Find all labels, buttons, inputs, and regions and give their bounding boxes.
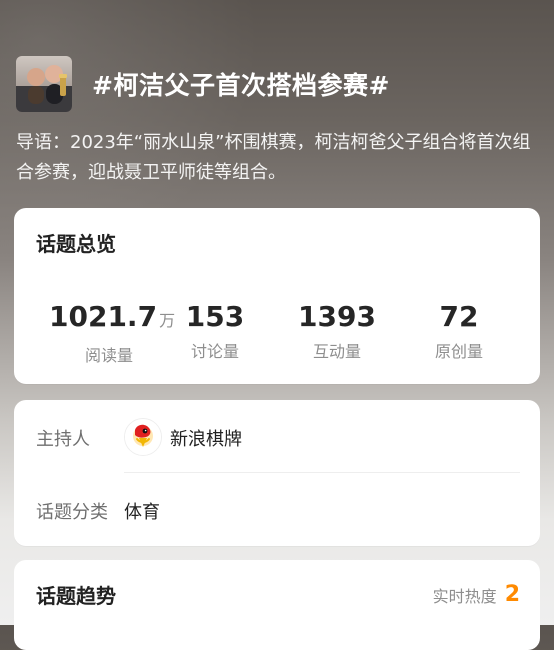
category-label: 话题分类: [36, 502, 108, 523]
stat-original: 72 原创量: [399, 300, 519, 362]
stat-read-label: 阅读量: [84, 346, 133, 365]
stat-original-value: 72: [439, 300, 479, 333]
host-avatar[interactable]: [124, 418, 162, 456]
stat-original-label: 原创量: [434, 342, 483, 361]
topic-intro: 导语：2023年“丽水山泉”杯围棋赛，柯洁柯爸父子组合将首次组合参赛，迎战聂卫平…: [16, 132, 531, 183]
trend-title: 话题趋势: [36, 584, 116, 608]
stat-interaction-value: 1393: [298, 300, 376, 333]
heat-value: 2: [504, 582, 520, 607]
overview-card: 话题总览 1021.7 万 阅读量 153 讨论量 1393 互动量 72 原创量: [14, 208, 540, 384]
photo-avatar-icon: [16, 56, 72, 112]
topic-avatar: [16, 56, 72, 112]
trend-heat: 实时热度 2: [433, 582, 520, 607]
stat-read-value: 1021.7 万: [49, 300, 175, 338]
host-label: 主持人: [36, 429, 90, 450]
sina-logo-icon: [125, 419, 161, 455]
stat-discussion: 153 讨论量: [155, 300, 275, 362]
stat-discussion-label: 讨论量: [190, 342, 239, 361]
stat-discussion-value: 153: [185, 300, 245, 333]
info-divider: [124, 472, 520, 473]
stat-interaction: 1393 互动量: [277, 300, 397, 362]
stat-read: 1021.7 万 阅读量: [49, 300, 175, 366]
overview-title: 话题总览: [36, 232, 116, 256]
topic-title: #柯洁父子首次搭档参赛#: [92, 71, 390, 100]
stat-read-number: 1021.7: [49, 300, 158, 333]
topic-info-card: 主持人 新浪棋牌 话题分类 体育: [14, 400, 540, 546]
stat-interaction-label: 互动量: [312, 342, 361, 361]
trend-card: 话题趋势 实时热度 2: [14, 560, 540, 650]
overview-stats: 1021.7 万 阅读量 153 讨论量 1393 互动量 72 原创量: [14, 300, 540, 370]
host-name[interactable]: 新浪棋牌: [170, 425, 242, 451]
heat-label: 实时热度: [432, 586, 497, 606]
category-value: 体育: [124, 502, 160, 523]
